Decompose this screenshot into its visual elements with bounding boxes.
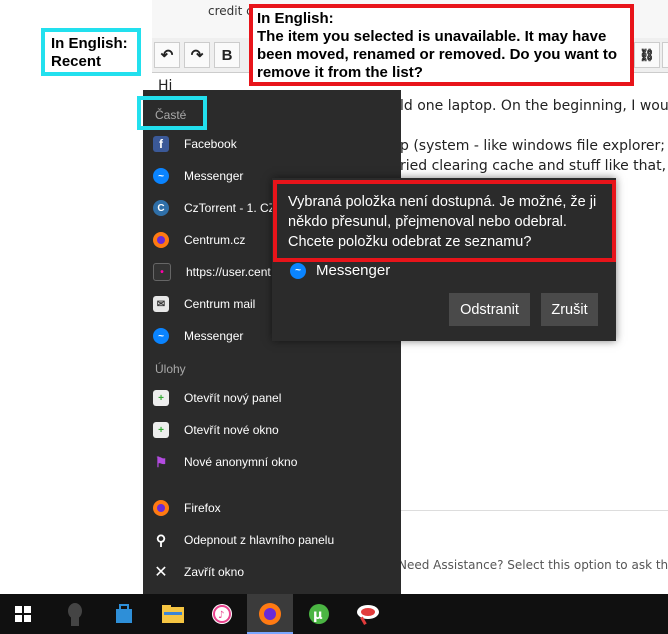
- body-text-line: p (system - like windows file explorer; …: [400, 138, 668, 154]
- link-icon: ⛓: [639, 48, 655, 62]
- taskbar-file-explorer[interactable]: [150, 594, 196, 634]
- messenger-icon: ~: [153, 328, 169, 344]
- firefox-icon: [259, 603, 281, 625]
- taskbar-cortana[interactable]: [52, 594, 98, 634]
- store-icon: [116, 604, 132, 623]
- facebook-icon: f: [153, 136, 169, 152]
- assistance-text[interactable]: Need Assistance? Select this option to a…: [398, 558, 668, 572]
- dialog-item: ~ Messenger: [290, 262, 390, 279]
- unpin-icon: ⚲: [155, 531, 167, 548]
- app-icon: [357, 605, 379, 625]
- jumplist-item-facebook[interactable]: f Facebook: [153, 131, 393, 157]
- credit-text: credit c: [208, 4, 253, 18]
- mail-icon: ✉: [153, 296, 169, 312]
- svg-text:♪: ♪: [218, 610, 224, 621]
- divider: [398, 510, 668, 511]
- itunes-icon: ♪: [212, 604, 232, 624]
- file-explorer-icon: [162, 605, 184, 623]
- jumplist-item-new-window[interactable]: + Otevřít nové okno: [153, 417, 393, 443]
- annotation-frequent-highlight: [137, 96, 207, 130]
- redo-button[interactable]: ↷: [184, 42, 210, 68]
- jumplist-item-new-tab[interactable]: + Otevřít nový panel: [153, 385, 393, 411]
- remove-button[interactable]: Odstranit: [449, 293, 530, 326]
- jumplist-item-close-window[interactable]: ✕ Zavřít okno: [153, 559, 393, 585]
- undo-icon: ↶: [160, 47, 174, 64]
- annotation-error-translation: In English: The item you selected is una…: [249, 4, 634, 86]
- taskbar-store[interactable]: [101, 594, 147, 634]
- messenger-icon: ~: [290, 262, 306, 279]
- redo-icon: ↷: [190, 47, 204, 64]
- close-icon: ✕: [154, 564, 168, 581]
- new-tab-icon: +: [153, 390, 169, 406]
- firefox-jump-list: Časté f Facebook ~ Messenger C CzTorrent…: [143, 90, 401, 594]
- cortana-icon: [68, 603, 82, 626]
- jumplist-item-private-window[interactable]: ⚑ Nové anonymní okno: [153, 449, 393, 475]
- dialog-message: Vybraná položka není dostupná. Je možné,…: [288, 194, 597, 250]
- annotation-recent: In English: Recent: [41, 28, 141, 76]
- new-window-icon: +: [153, 422, 169, 438]
- svg-text:µ: µ: [313, 608, 323, 623]
- private-window-icon: ⚑: [154, 453, 168, 470]
- toolbar-button-more[interactable]: [662, 42, 668, 68]
- utorrent-icon: µ: [309, 604, 329, 624]
- body-text-line: ried clearing cache and stuff like that,…: [400, 158, 668, 174]
- firefox-icon: [153, 500, 169, 516]
- cancel-button[interactable]: Zrušit: [541, 293, 598, 326]
- cztorrent-icon: C: [153, 200, 169, 216]
- jumplist-item-firefox[interactable]: Firefox: [153, 495, 393, 521]
- bold-button[interactable]: B: [214, 42, 240, 68]
- link-button[interactable]: ⛓: [634, 42, 660, 68]
- site-icon: •: [153, 263, 171, 281]
- body-text-line: ld one laptop. On the beginning, I would: [400, 98, 668, 114]
- taskbar-app[interactable]: [345, 594, 391, 634]
- taskbar-itunes[interactable]: ♪: [199, 594, 245, 634]
- firefox-icon: [153, 232, 169, 248]
- jumplist-item-unpin[interactable]: ⚲ Odepnout z hlavního panelu: [153, 527, 393, 553]
- taskbar-firefox[interactable]: [247, 594, 293, 634]
- start-button[interactable]: [0, 594, 46, 634]
- taskbar-utorrent[interactable]: µ: [296, 594, 342, 634]
- undo-button[interactable]: ↶: [154, 42, 180, 68]
- start-icon: [15, 606, 31, 622]
- messenger-icon: ~: [153, 168, 169, 184]
- jumplist-header-tasks: Úlohy: [155, 362, 186, 376]
